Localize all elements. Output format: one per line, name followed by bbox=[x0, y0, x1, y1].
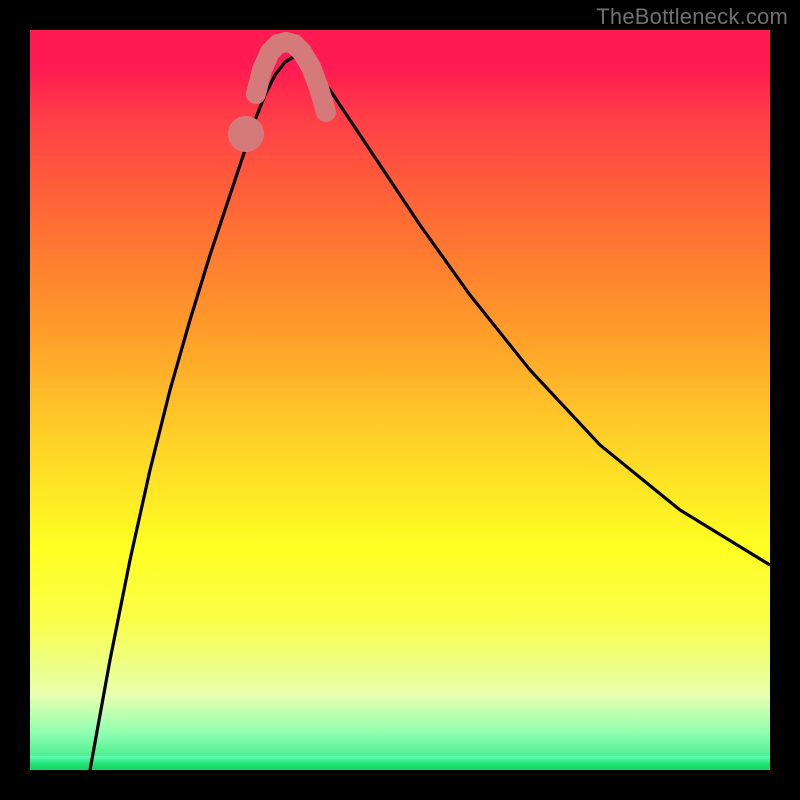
curve-path bbox=[90, 56, 770, 770]
chart-frame: TheBottleneck.com bbox=[0, 0, 800, 800]
plot-area bbox=[30, 30, 770, 770]
watermark: TheBottleneck.com bbox=[596, 4, 788, 30]
valley-highlight bbox=[238, 42, 326, 142]
bottleneck-curve bbox=[30, 30, 770, 770]
